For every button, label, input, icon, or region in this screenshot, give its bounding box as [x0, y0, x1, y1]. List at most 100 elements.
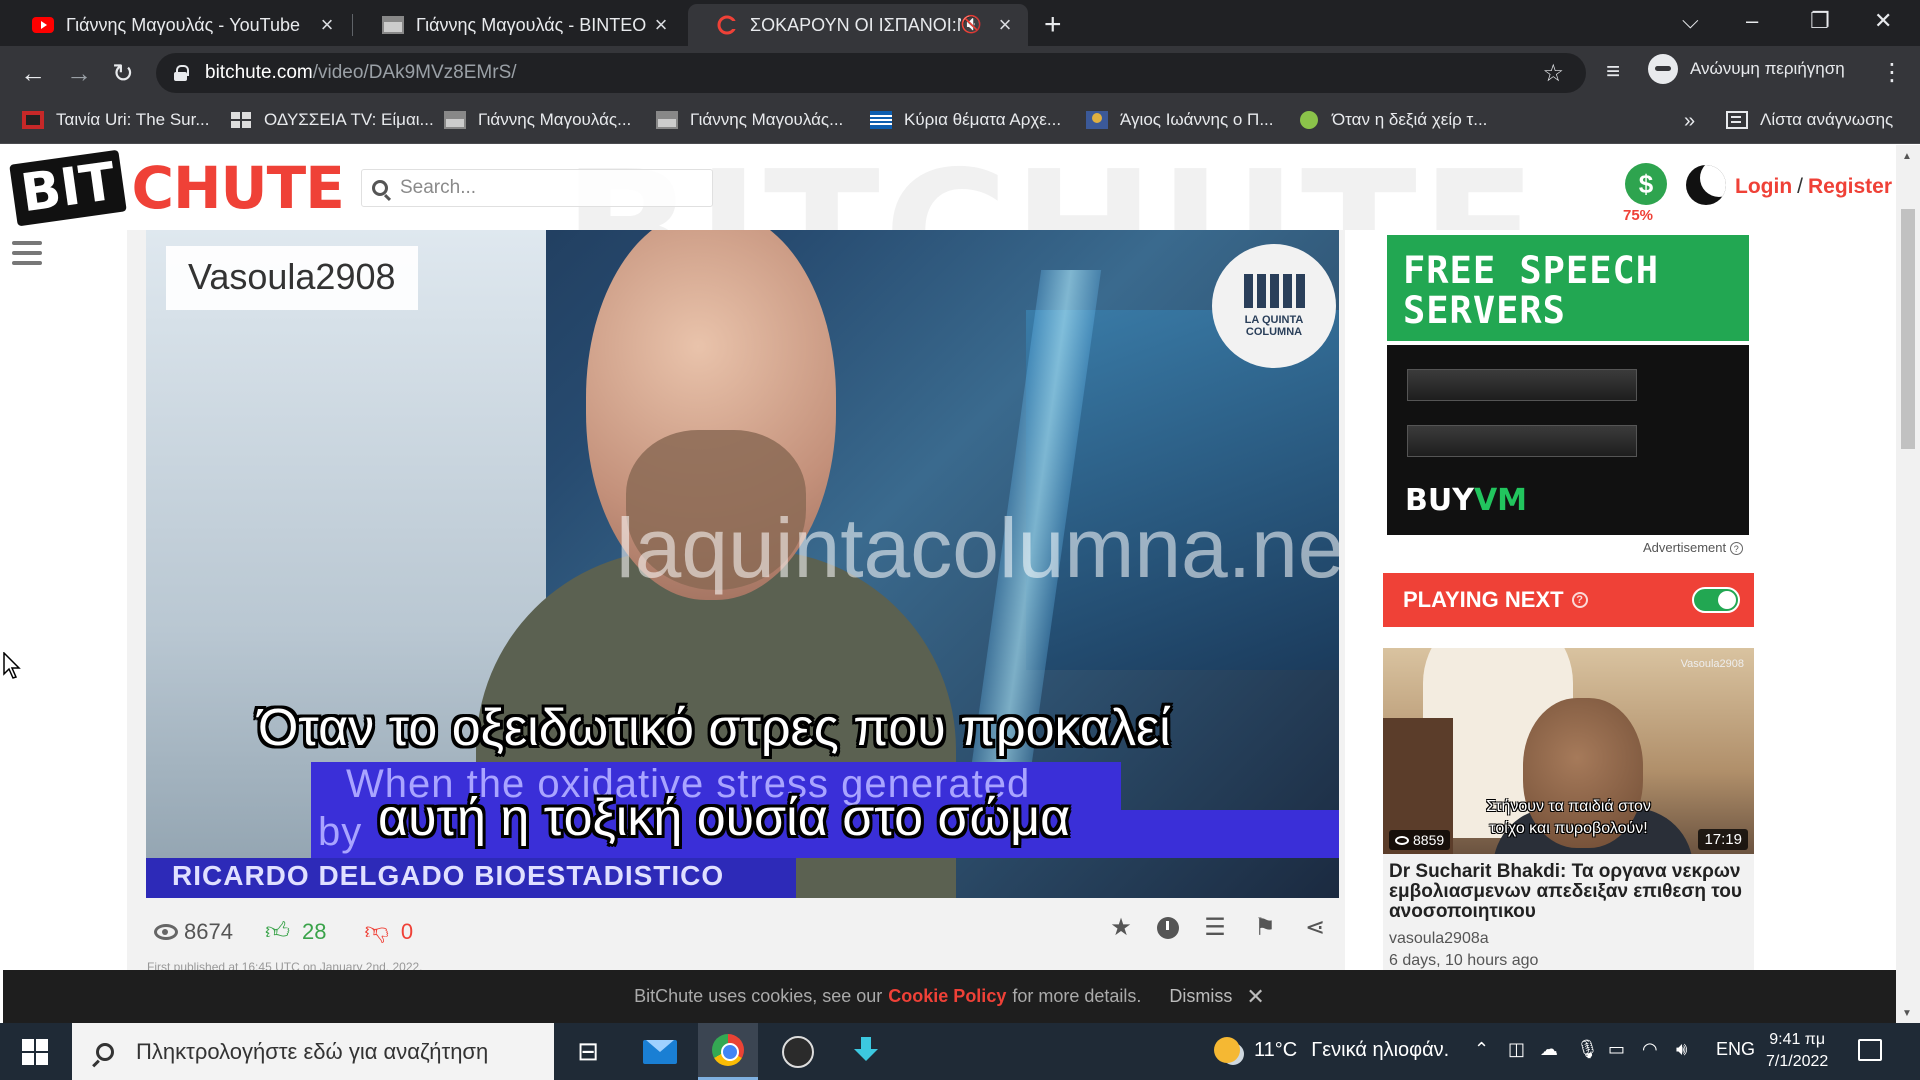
windows-taskbar: Πληκτρολογήστε εδώ για αναζήτηση ⊟ 11°C …	[0, 1023, 1920, 1080]
cookie-banner: BitChute uses cookies, see our Cookie Po…	[3, 970, 1896, 1023]
show-hidden-icons-chevron-icon[interactable]: ⌃	[1474, 1039, 1489, 1060]
bookmark-item[interactable]: Γιάννης Μαγουλάς...	[656, 110, 843, 130]
volume-icon[interactable]: 🔊︎	[1676, 1039, 1687, 1060]
meet-now-icon[interactable]: ◫	[1508, 1039, 1525, 1060]
cookie-policy-link[interactable]: Cookie Policy	[888, 986, 1006, 1007]
dark-mode-moon-icon[interactable]	[1686, 165, 1726, 205]
next-video-title[interactable]: Dr Sucharit Bhakdi: Τα οργανα νεκρων εμβ…	[1389, 862, 1749, 922]
scroll-down-arrow-icon[interactable]: ▼	[1902, 1008, 1912, 1019]
system-clock[interactable]: 9:41 πμ 7/1/2022	[1766, 1029, 1828, 1073]
favorite-star-icon[interactable]: ★	[1107, 913, 1135, 942]
speaker-mute-icon[interactable]: 🔇	[961, 15, 982, 35]
close-window-icon[interactable]: ✕	[1874, 8, 1892, 34]
advertisement-banner[interactable]: FREE SPEECH SERVERS BUYVM	[1387, 235, 1749, 535]
scroll-up-arrow-icon[interactable]: ▲	[1902, 151, 1912, 162]
la-quinta-columna-logo: LA QUINTA COLUMNA	[1212, 244, 1336, 368]
media-queue-icon[interactable]: ≡	[1606, 58, 1620, 86]
next-video-thumbnail[interactable]: Vasoula2908 Στήνουν τα παιδιά στον τοίχο…	[1383, 648, 1754, 854]
video-channel-tag: Vasoula2908	[166, 246, 418, 310]
tab-youtube[interactable]: Γιάννης Μαγουλάς - YouTube ×	[4, 4, 350, 46]
reading-list[interactable]: Λίστα ανάγνωσης	[1726, 110, 1893, 130]
search-input[interactable]	[400, 177, 690, 199]
search-icon	[96, 1042, 114, 1061]
bookmark-star-icon[interactable]: ☆	[1542, 59, 1564, 88]
download-app-icon[interactable]	[836, 1023, 896, 1080]
logo-line-2: COLUMNA	[1245, 326, 1303, 338]
playlist-icon[interactable]: ☰	[1201, 913, 1229, 942]
mail-app-icon[interactable]	[630, 1023, 690, 1080]
more-bookmarks-icon[interactable]: »	[1684, 110, 1695, 133]
advertisement-label[interactable]: Advertisement ?	[1643, 540, 1743, 555]
login-link[interactable]: Login	[1735, 175, 1792, 198]
watch-later-clock-icon[interactable]	[1157, 917, 1179, 939]
scrollbar-thumb[interactable]	[1901, 209, 1915, 449]
help-icon[interactable]: ?	[1571, 592, 1588, 608]
restore-icon[interactable]: ❐	[1810, 8, 1830, 34]
new-tab-icon[interactable]: +	[1044, 8, 1062, 42]
playing-next-header: PLAYING NEXT ?	[1383, 573, 1754, 627]
page-scrollbar[interactable]: ▲ ▼	[1896, 145, 1920, 1023]
wifi-icon[interactable]: ◠	[1642, 1039, 1658, 1060]
flag-icon[interactable]: ⚑	[1251, 913, 1279, 942]
buyvm-logo: BUYVM	[1405, 483, 1527, 518]
thumbs-down-icon[interactable]: 👎︎	[365, 918, 389, 946]
task-view-icon[interactable]: ⊟	[558, 1023, 618, 1080]
close-tab-icon[interactable]: ×	[650, 12, 672, 38]
autoplay-toggle[interactable]	[1692, 587, 1740, 613]
subtitle-greek-1: Όταν το οξειδωτικό στρες που προκαλεί	[258, 699, 1171, 757]
video-player[interactable]: laquintacolumna.net Vasoula2908 LA QUINT…	[146, 230, 1339, 898]
bitchute-logo[interactable]: BIT CHUTE	[9, 149, 345, 227]
thumb-views-value: 8859	[1413, 832, 1445, 848]
address-bar[interactable]: bitchute.com /video/DAk9MVz8EMrS/ ☆	[156, 53, 1586, 93]
chrome-app-icon[interactable]	[698, 1023, 758, 1080]
weather-widget[interactable]: 11°C Γενικά ηλιοφάν.	[1214, 1037, 1449, 1063]
partly-sunny-icon	[1214, 1037, 1240, 1063]
minimize-icon[interactable]: –	[1746, 8, 1758, 34]
reload-icon[interactable]: ↻	[112, 58, 134, 89]
register-link[interactable]: Register	[1808, 175, 1892, 198]
server-image	[1407, 425, 1637, 457]
clock-date: 7/1/2022	[1766, 1053, 1829, 1070]
thumb-caption-1: Στήνουν τα παιδιά στον	[1486, 798, 1651, 815]
tab-strip: Γιάννης Μαγουλάς - YouTube × Γιάννης Μαγ…	[0, 0, 1920, 46]
onedrive-cloud-icon[interactable]: ☁	[1540, 1039, 1558, 1060]
hamburger-menu-icon[interactable]	[12, 241, 42, 265]
notification-center-icon[interactable]	[1858, 1039, 1882, 1061]
bookmark-item[interactable]: ΟΔΥΣΣΕΙΑ TV: Είμαι...	[230, 110, 434, 130]
lock-icon[interactable]	[174, 65, 189, 81]
menu-kebab-icon[interactable]: ⋮	[1880, 58, 1904, 87]
input-language[interactable]: ENG	[1716, 1039, 1755, 1060]
bookmark-item[interactable]: Γιάννης Μαγουλάς...	[444, 110, 631, 130]
windows-start-icon[interactable]	[22, 1039, 48, 1065]
tab-bitchute-profile[interactable]: Γιάννης Μαγουλάς - ΒΙΝΤΕΟ ×	[354, 4, 684, 46]
back-arrow-icon[interactable]: ←	[20, 58, 46, 89]
auth-separator: /	[1797, 175, 1803, 198]
close-tab-icon[interactable]: ×	[316, 12, 338, 38]
url-domain: bitchute.com	[205, 62, 313, 83]
taskbar-search[interactable]: Πληκτρολογήστε εδώ για αναζήτηση	[72, 1023, 554, 1080]
close-icon[interactable]: ✕	[1246, 984, 1264, 1010]
share-icon[interactable]: ⋖	[1301, 913, 1329, 942]
cookie-dismiss-button[interactable]: Dismiss	[1169, 986, 1232, 1007]
incognito-profile[interactable]: Ανώνυμη περιήγηση	[1648, 54, 1845, 84]
thumbs-up-icon[interactable]: 👍︎	[265, 918, 290, 946]
tab-search-chevron-icon[interactable]: ⌵	[1682, 8, 1699, 34]
dollar-coin-icon[interactable]: $	[1625, 163, 1667, 205]
bookmark-item[interactable]: Άγιος Ιωάννης ο Π...	[1086, 110, 1274, 130]
battery-icon[interactable]: ▭	[1608, 1039, 1625, 1060]
bookmark-item[interactable]: Όταν η δεξιά χείρ τ...	[1298, 110, 1487, 130]
bookmark-label: Ταινία Uri: The Sur...	[56, 110, 210, 129]
bookmark-label: Όταν η δεξιά χείρ τ...	[1332, 110, 1488, 129]
bookmark-item[interactable]: Κύρια θέματα Αρχε...	[870, 110, 1061, 130]
close-tab-icon[interactable]: ×	[994, 12, 1016, 38]
next-video-channel[interactable]: vasoula2908a	[1389, 930, 1489, 948]
search-box[interactable]	[361, 169, 713, 207]
subtitle-greek-2: αυτή η τοξική ουσία στο σώμα	[378, 789, 1071, 847]
next-video-card[interactable]: Vasoula2908 Στήνουν τα παιδιά στον τοίχο…	[1383, 648, 1754, 970]
obs-app-icon[interactable]	[768, 1023, 828, 1080]
tab-active-video[interactable]: ΣΟΚΑΡΟΥΝ ΟΙ ΙΣΠΑΝΟΙ:ΝΑΝΟ 🔇 ×	[688, 4, 1028, 46]
bookmark-item[interactable]: Ταινία Uri: The Sur...	[22, 110, 210, 130]
forward-arrow-icon[interactable]: →	[66, 58, 92, 89]
tab-divider	[352, 14, 353, 36]
microphone-icon[interactable]: 🎙︎	[1576, 1039, 1599, 1060]
